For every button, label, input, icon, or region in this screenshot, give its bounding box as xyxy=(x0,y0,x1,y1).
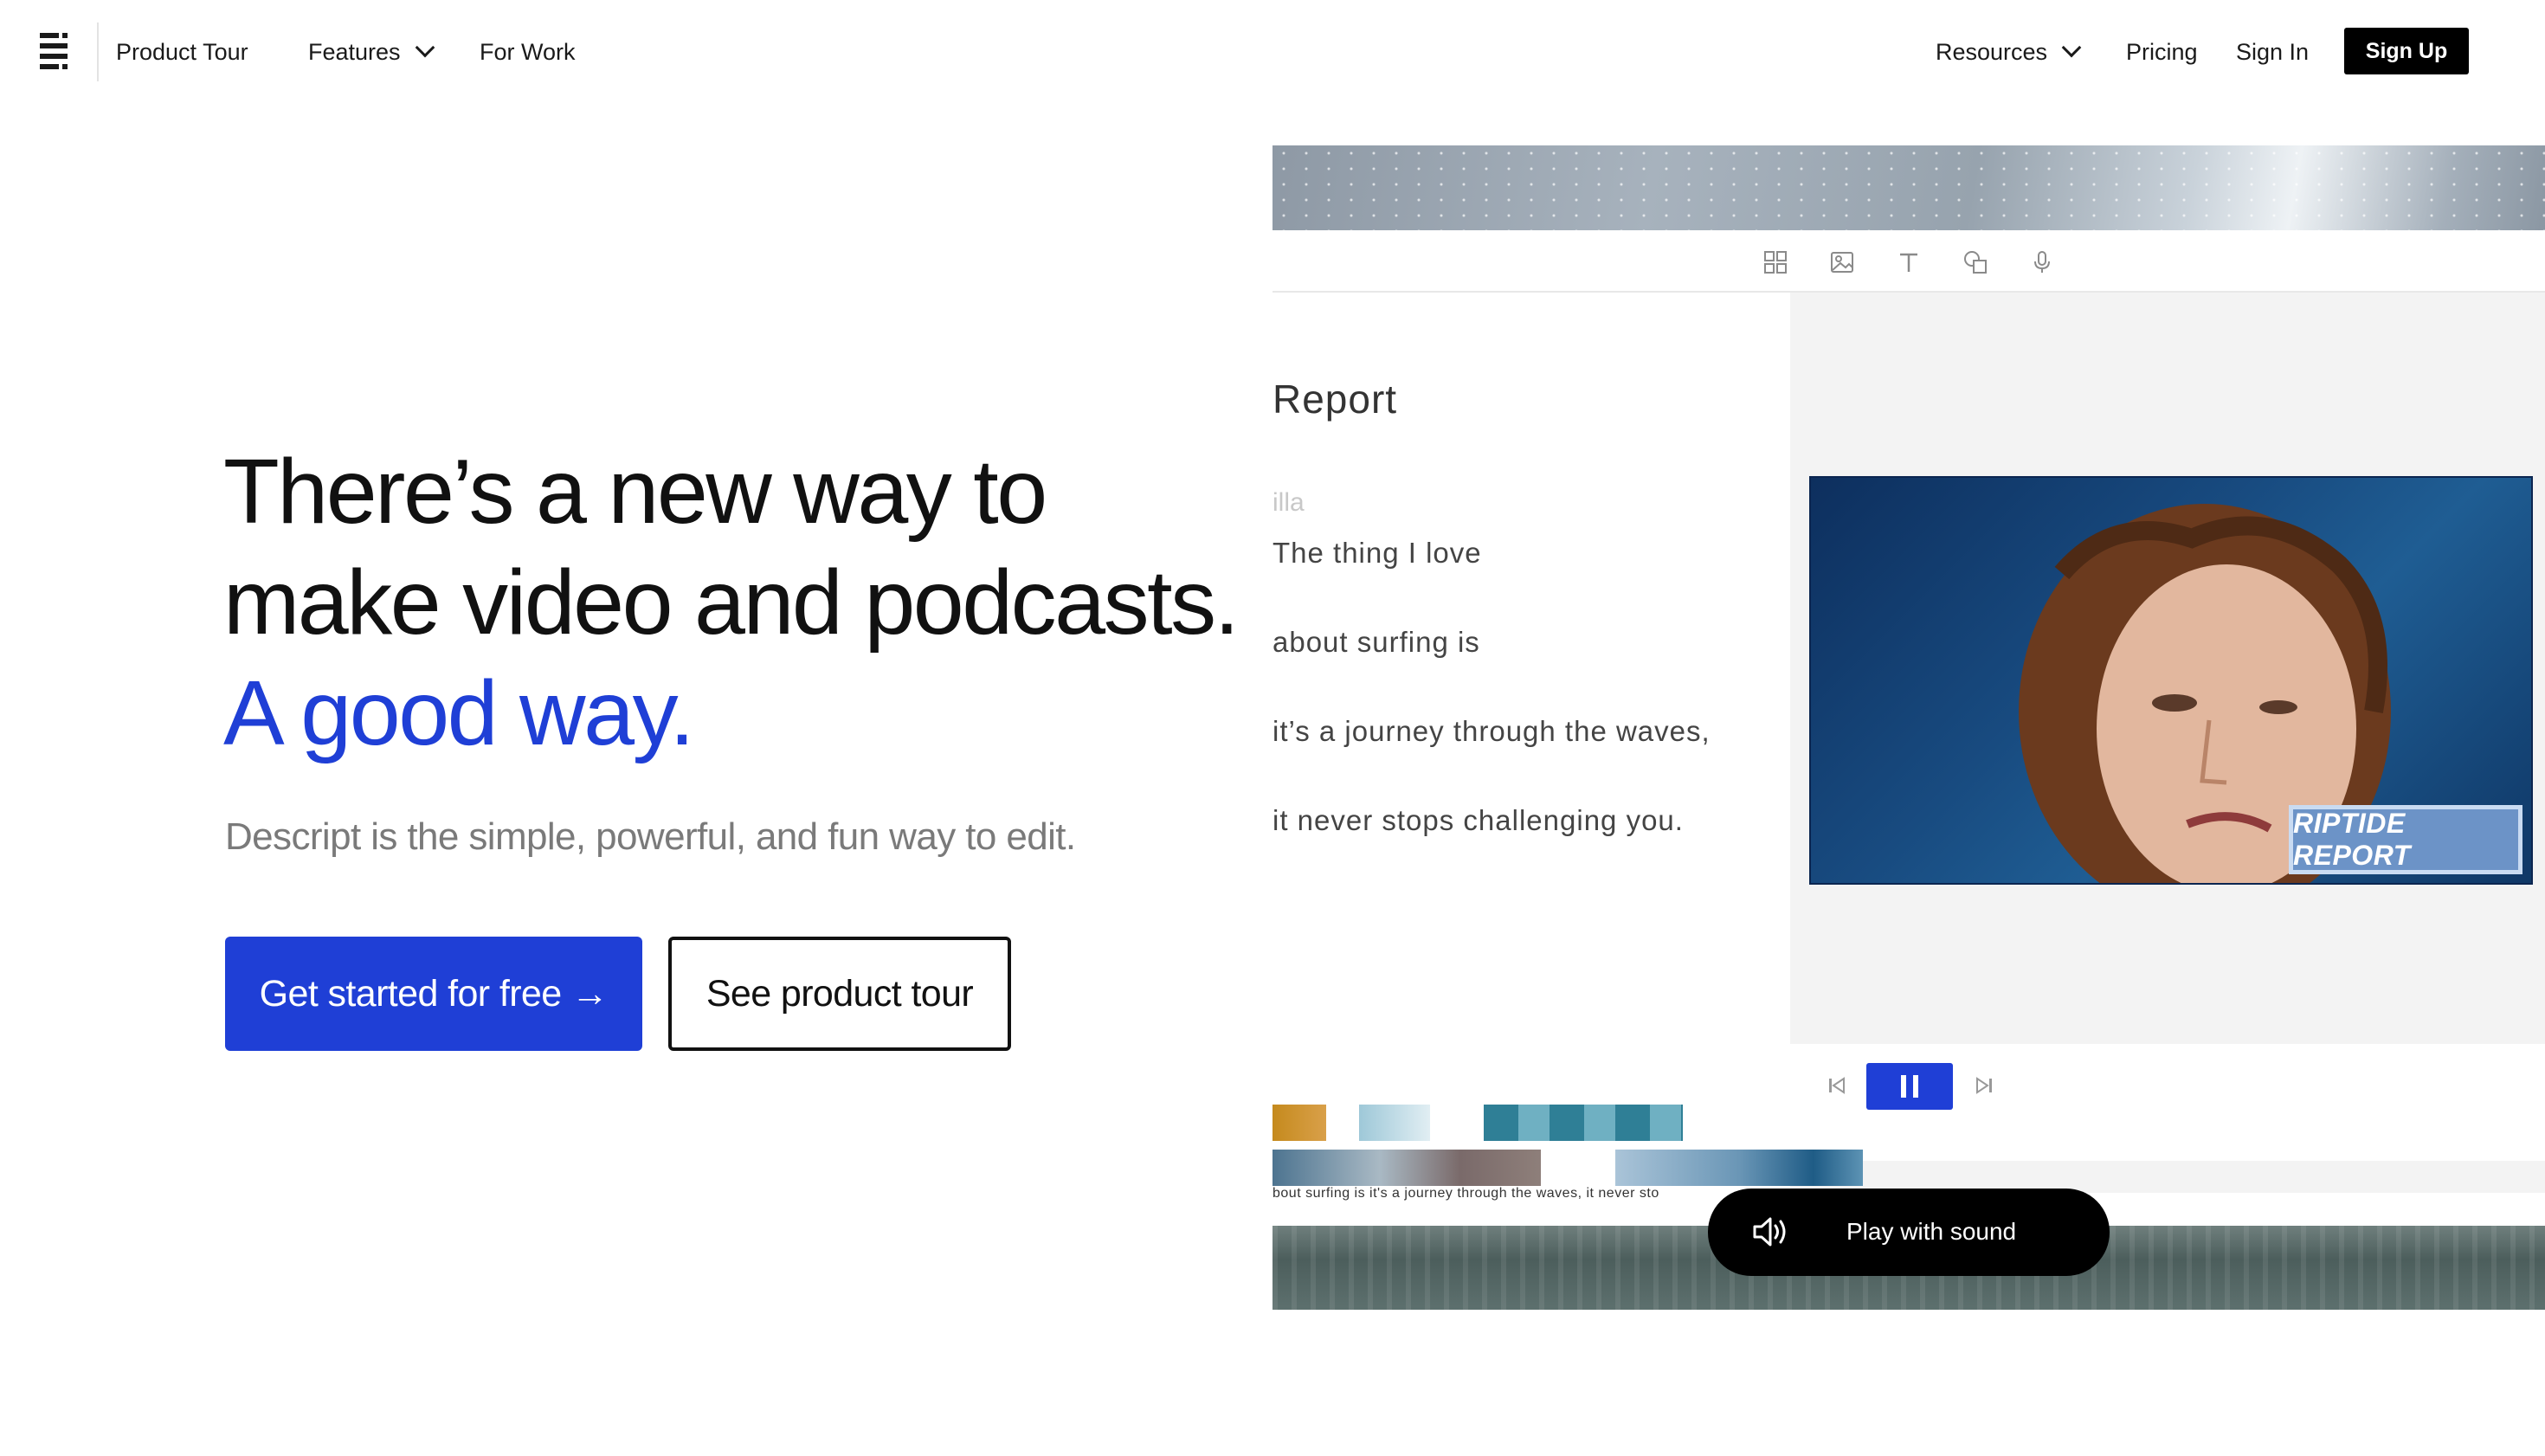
transcript-line[interactable]: The thing I love xyxy=(1272,537,1482,570)
nav-features-label: Features xyxy=(308,39,401,65)
skip-forward-icon[interactable] xyxy=(1974,1073,1994,1098)
hero-headline-accent: A good way. xyxy=(223,662,695,764)
top-navigation: Product Tour Features For Work Resources… xyxy=(0,0,2545,104)
video-title-badge: RIPTIDE REPORT xyxy=(2289,805,2522,874)
nav-product-tour-link[interactable]: Product Tour xyxy=(116,36,248,68)
transcript-line[interactable]: it’s a journey through the waves, xyxy=(1272,715,1711,748)
transcript-line[interactable]: it never stops challenging you. xyxy=(1272,804,1684,837)
text-icon[interactable] xyxy=(1896,249,1922,275)
descript-logo-icon[interactable] xyxy=(38,31,76,71)
timeline-clip[interactable] xyxy=(1272,1150,1541,1186)
nav-for-work-link[interactable]: For Work xyxy=(480,36,576,68)
image-icon[interactable] xyxy=(1829,249,1855,275)
skip-back-icon[interactable] xyxy=(1827,1073,1847,1098)
product-demo-preview: Report illa The thing I love about surfi… xyxy=(1272,145,2545,1310)
get-started-button[interactable]: Get started for free → xyxy=(225,937,642,1051)
pause-icon[interactable] xyxy=(1866,1063,1953,1110)
nav-features-menu[interactable]: Features xyxy=(308,36,435,68)
transcript-line[interactable]: about surfing is xyxy=(1272,626,1480,659)
timeline-clip[interactable] xyxy=(1615,1150,1863,1186)
document-title: Report xyxy=(1272,377,1398,422)
speaker-label: illa xyxy=(1272,488,1305,517)
video-preview[interactable]: RIPTIDE REPORT xyxy=(1809,476,2533,885)
hero-headline: There’s a new way to make video and podc… xyxy=(223,436,1279,769)
editor-toolbar xyxy=(1272,230,2545,293)
nav-divider xyxy=(97,23,99,81)
hero-headline-main: There’s a new way to make video and podc… xyxy=(223,441,1240,654)
microphone-icon[interactable] xyxy=(2029,249,2055,275)
speaker-icon xyxy=(1753,1217,1786,1247)
see-product-tour-button[interactable]: See product tour xyxy=(668,937,1011,1051)
sign-up-button[interactable]: Sign Up xyxy=(2344,28,2469,74)
chevron-down-icon xyxy=(415,37,435,58)
timeline-clip[interactable] xyxy=(1272,1105,1326,1141)
nav-resources-label: Resources xyxy=(1936,39,2048,65)
nav-sign-in-link[interactable]: Sign In xyxy=(2236,36,2309,68)
nav-pricing-link[interactable]: Pricing xyxy=(2126,36,2198,68)
shapes-icon[interactable] xyxy=(1962,249,1988,275)
timeline-clip[interactable] xyxy=(1484,1105,1683,1141)
hero-subtitle: Descript is the simple, powerful, and fu… xyxy=(225,815,1076,858)
ocean-background-top xyxy=(1272,145,2545,230)
timeline-caption: bout surfing is it's a journey through t… xyxy=(1272,1186,1659,1201)
timeline-clip[interactable] xyxy=(1359,1105,1430,1141)
nav-resources-menu[interactable]: Resources xyxy=(1936,36,2082,68)
chevron-down-icon xyxy=(2061,37,2082,58)
grid-icon[interactable] xyxy=(1762,249,1788,275)
play-with-sound-button[interactable]: Play with sound xyxy=(1708,1189,2110,1276)
play-with-sound-label: Play with sound xyxy=(1846,1218,2017,1245)
